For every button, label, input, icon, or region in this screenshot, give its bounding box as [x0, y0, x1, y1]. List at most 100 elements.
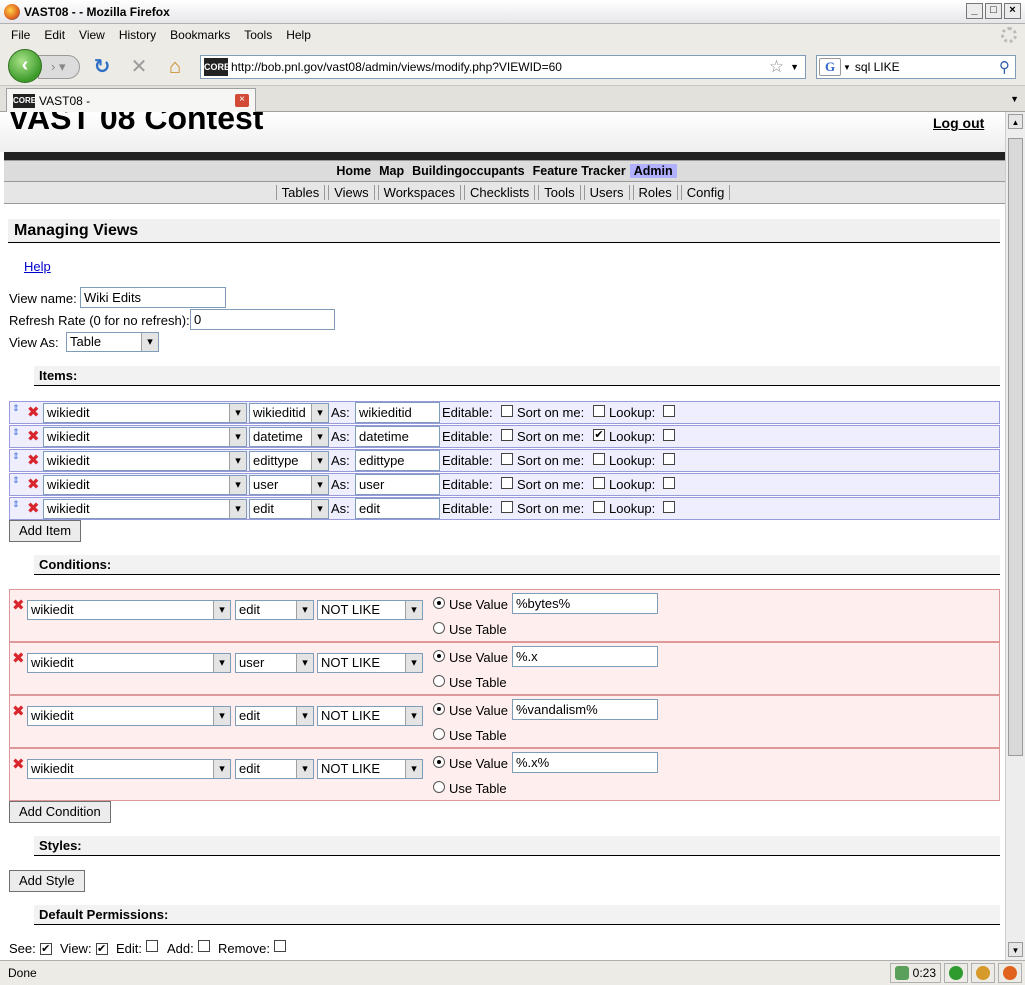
subnav-checklists[interactable]: Checklists: [463, 185, 536, 200]
condition-operator-select[interactable]: NOT LIKE: [317, 759, 423, 779]
google-icon[interactable]: G: [819, 58, 841, 76]
subnav-views[interactable]: Views: [328, 185, 375, 200]
scroll-up-arrow-icon[interactable]: ▲: [1008, 114, 1023, 129]
lookup-checkbox[interactable]: [663, 405, 675, 417]
url-bar[interactable]: CORE http://bob.pnl.gov/vast08/admin/vie…: [200, 55, 806, 79]
condition-field-select[interactable]: edit: [235, 600, 314, 620]
nav-buildingoccupants[interactable]: Buildingoccupants: [408, 164, 529, 178]
use-value-radio[interactable]: [433, 703, 445, 715]
subnav-roles[interactable]: Roles: [632, 185, 678, 200]
move-icon[interactable]: ⇕: [12, 500, 22, 509]
search-engine-dropdown-icon[interactable]: ▼: [843, 63, 851, 72]
item-alias-input[interactable]: [355, 450, 440, 471]
refresh-rate-input[interactable]: [190, 309, 335, 330]
permission-checkbox[interactable]: [197, 940, 210, 952]
condition-operator-select[interactable]: NOT LIKE: [317, 653, 423, 673]
subnav-config[interactable]: Config: [680, 185, 731, 200]
use-table-radio[interactable]: [433, 675, 445, 687]
add-item-button[interactable]: Add Item: [9, 520, 82, 542]
lookup-checkbox[interactable]: [663, 501, 675, 513]
nav-map[interactable]: Map: [375, 164, 408, 178]
item-table-select[interactable]: wikiedit: [43, 427, 247, 447]
remove-item-icon[interactable]: ✖: [27, 501, 40, 517]
bookmark-star-icon[interactable]: ☆: [769, 57, 784, 77]
item-field-select[interactable]: edit: [249, 499, 329, 519]
item-table-select[interactable]: wikiedit: [43, 499, 247, 519]
menu-history[interactable]: History: [112, 28, 163, 42]
condition-operator-select[interactable]: NOT LIKE: [317, 706, 423, 726]
scrollbar-thumb[interactable]: [1008, 138, 1023, 756]
remove-condition-icon[interactable]: ✖: [12, 598, 25, 614]
vertical-scrollbar[interactable]: ▲ ▼: [1005, 112, 1025, 960]
search-bar[interactable]: G ▼ sql LIKE ⚲: [816, 55, 1016, 79]
menu-tools[interactable]: Tools: [237, 28, 279, 42]
move-icon[interactable]: ⇕: [12, 452, 22, 461]
editable-checkbox[interactable]: [501, 453, 513, 465]
menu-edit[interactable]: Edit: [37, 28, 72, 42]
close-tab-icon[interactable]: ×: [235, 94, 249, 107]
menu-bookmarks[interactable]: Bookmarks: [163, 28, 237, 42]
item-alias-input[interactable]: [355, 426, 440, 447]
subnav-users[interactable]: Users: [583, 185, 630, 200]
lookup-checkbox[interactable]: [663, 429, 675, 441]
search-icon[interactable]: ⚲: [999, 58, 1010, 76]
forward-button[interactable]: › ▾: [38, 55, 80, 79]
condition-value-input[interactable]: [512, 752, 658, 773]
condition-value-input[interactable]: [512, 646, 658, 667]
menu-file[interactable]: File: [4, 28, 37, 42]
item-field-select[interactable]: datetime: [249, 427, 329, 447]
view-name-input[interactable]: [80, 287, 226, 308]
remove-condition-icon[interactable]: ✖: [12, 704, 25, 720]
move-icon[interactable]: ⇕: [12, 428, 22, 437]
lookup-checkbox[interactable]: [663, 453, 675, 465]
sort-checkbox[interactable]: [593, 453, 605, 465]
nav-feature-tracker[interactable]: Feature Tracker: [529, 164, 630, 178]
editable-checkbox[interactable]: [501, 477, 513, 489]
condition-value-input[interactable]: [512, 593, 658, 614]
add-condition-button[interactable]: Add Condition: [9, 801, 111, 823]
sort-checkbox[interactable]: [593, 405, 605, 417]
use-value-radio[interactable]: [433, 597, 445, 609]
back-button[interactable]: ‹: [8, 49, 42, 83]
tab-list-icon[interactable]: ▼: [1010, 94, 1019, 104]
status-firefox[interactable]: [998, 963, 1022, 983]
permission-checkbox[interactable]: ✔: [95, 943, 108, 955]
editable-checkbox[interactable]: [501, 501, 513, 513]
home-icon[interactable]: ⌂: [163, 55, 187, 79]
item-field-select[interactable]: edittype: [249, 451, 329, 471]
condition-table-select[interactable]: wikiedit: [27, 600, 231, 620]
scroll-down-arrow-icon[interactable]: ▼: [1008, 942, 1023, 957]
url-dropdown-icon[interactable]: ▼: [790, 62, 799, 72]
item-field-select[interactable]: user: [249, 475, 329, 495]
menu-help[interactable]: Help: [279, 28, 318, 42]
nav-home[interactable]: Home: [332, 164, 375, 178]
url-text[interactable]: http://bob.pnl.gov/vast08/admin/views/mo…: [231, 60, 769, 74]
logout-link[interactable]: Log out: [933, 115, 984, 131]
reload-icon[interactable]: ↻: [90, 55, 114, 79]
lookup-checkbox[interactable]: [663, 477, 675, 489]
condition-table-select[interactable]: wikiedit: [27, 706, 231, 726]
use-value-radio[interactable]: [433, 756, 445, 768]
subnav-workspaces[interactable]: Workspaces: [377, 185, 461, 200]
help-link[interactable]: Help: [24, 259, 51, 274]
stop-icon[interactable]: ✕: [127, 55, 151, 79]
sort-checkbox[interactable]: [593, 501, 605, 513]
item-alias-input[interactable]: [355, 498, 440, 519]
add-style-button[interactable]: Add Style: [9, 870, 85, 892]
item-alias-input[interactable]: [355, 402, 440, 423]
remove-item-icon[interactable]: ✖: [27, 453, 40, 469]
item-field-select[interactable]: wikieditid: [249, 403, 329, 423]
move-icon[interactable]: ⇕: [12, 476, 22, 485]
remove-condition-icon[interactable]: ✖: [12, 757, 25, 773]
subnav-tables[interactable]: Tables: [275, 185, 326, 200]
close-window-button[interactable]: ×: [1004, 3, 1021, 19]
condition-field-select[interactable]: edit: [235, 706, 314, 726]
search-input[interactable]: sql LIKE: [855, 60, 999, 74]
sort-checkbox[interactable]: [593, 477, 605, 489]
maximize-button[interactable]: □: [985, 3, 1002, 19]
minimize-button[interactable]: _: [966, 3, 983, 19]
remove-item-icon[interactable]: ✖: [27, 477, 40, 493]
use-table-radio[interactable]: [433, 622, 445, 634]
use-table-radio[interactable]: [433, 728, 445, 740]
permission-checkbox[interactable]: [146, 940, 159, 952]
